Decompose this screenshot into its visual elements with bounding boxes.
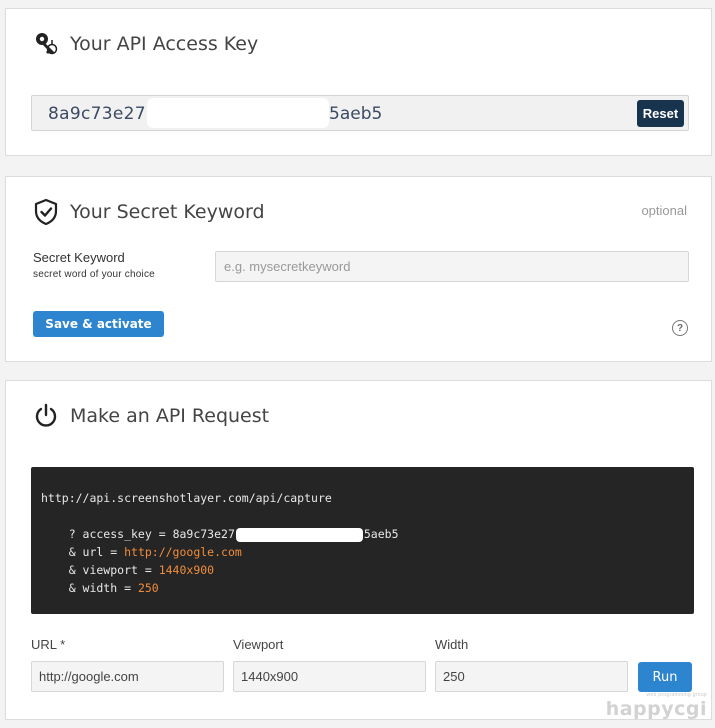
code-viewport-value: 1440x900 xyxy=(158,563,215,577)
api-key-panel: Your API Access Key 8a9c73e27 5aeb5 Rese… xyxy=(5,8,712,156)
power-icon xyxy=(32,402,60,430)
run-button[interactable]: Run xyxy=(638,662,692,692)
url-input[interactable] xyxy=(31,661,224,692)
api-key-start: 8a9c73e27 xyxy=(48,104,146,124)
watermark-title: happycgi xyxy=(605,698,707,720)
api-key-end: 5aeb5 xyxy=(329,104,383,124)
code-access-key-start: 8a9c73e27 xyxy=(172,527,235,541)
code-url-value: http://google.com xyxy=(124,545,242,559)
url-label: URL * xyxy=(31,637,66,652)
save-activate-button[interactable]: Save & activate xyxy=(33,311,164,337)
code-endpoint: http://api.screenshotlayer.com/api/captu… xyxy=(41,491,332,505)
redaction-mask xyxy=(147,98,329,128)
secret-keyword-label: Secret Keyword xyxy=(33,250,125,265)
key-icon xyxy=(32,30,60,58)
help-icon[interactable]: ? xyxy=(672,320,688,336)
api-request-panel: Make an API Request http://api.screensho… xyxy=(5,380,712,720)
watermark-logo: web programming group happycgi xyxy=(606,692,707,720)
secret-keyword-panel: Your Secret Keyword optional Secret Keyw… xyxy=(5,176,712,362)
request-code-block: http://api.screenshotlayer.com/api/captu… xyxy=(31,467,694,614)
viewport-input[interactable] xyxy=(233,661,426,692)
code-url-line: & url = http://google.com xyxy=(41,545,242,559)
api-key-header: Your API Access Key xyxy=(32,29,258,59)
code-width-line: & width = 250 xyxy=(41,581,159,595)
reset-button[interactable]: Reset xyxy=(637,100,684,127)
panel-title: Make an API Request xyxy=(70,405,270,427)
viewport-label: Viewport xyxy=(233,637,284,652)
width-label: Width xyxy=(435,637,469,652)
optional-label: optional xyxy=(641,203,687,218)
panel-title: Your Secret Keyword xyxy=(70,201,265,223)
secret-keyword-header: Your Secret Keyword xyxy=(32,197,265,227)
width-input[interactable] xyxy=(435,661,628,692)
code-access-key-line: ? access_key = 8a9c73e27 5aeb5 xyxy=(41,527,399,542)
code-viewport-line: & viewport = 1440x900 xyxy=(41,563,215,577)
api-request-header: Make an API Request xyxy=(32,401,269,431)
secret-keyword-sublabel: secret word of your choice xyxy=(33,269,155,280)
panel-title: Your API Access Key xyxy=(70,33,259,55)
code-access-key-end: 5aeb5 xyxy=(363,527,399,541)
code-width-value: 250 xyxy=(137,581,159,595)
api-key-field[interactable]: 8a9c73e27 5aeb5 Reset xyxy=(31,95,689,131)
redaction-mask xyxy=(235,527,363,542)
secret-keyword-input[interactable] xyxy=(215,251,689,282)
shield-check-icon xyxy=(32,198,60,226)
